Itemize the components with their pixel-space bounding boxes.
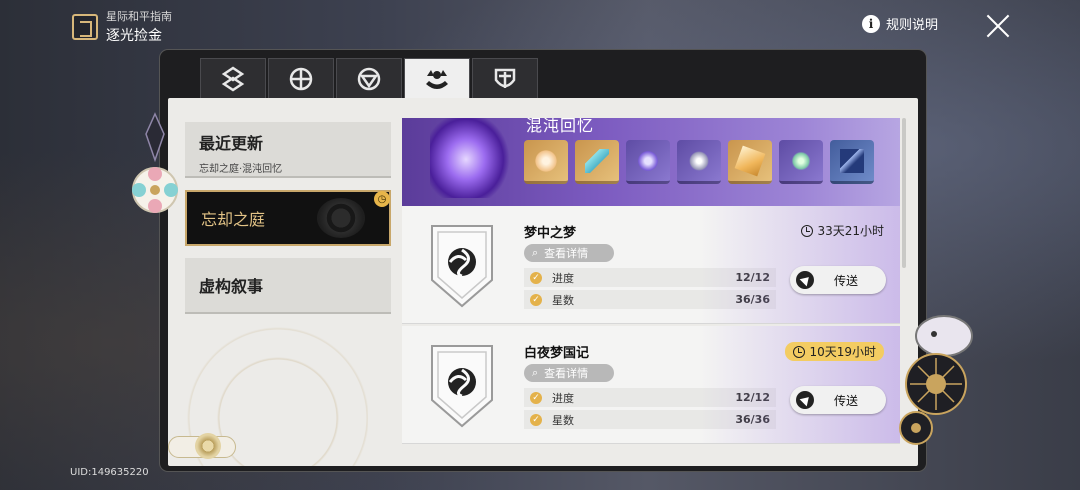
nav-item-recent[interactable]: 最近更新 忘却之庭·混沌回忆	[185, 122, 391, 178]
time-remaining-text: 10天19小时	[809, 345, 876, 359]
material-reward-icon	[687, 148, 711, 173]
stage-name: 梦中之梦	[524, 226, 577, 241]
view-details-label: 查看详情	[544, 247, 589, 260]
stars-label: 星数	[552, 413, 574, 427]
book-reward-icon	[734, 145, 766, 176]
check-icon: ✓	[530, 391, 542, 404]
nav-recent-label: 最近更新	[199, 134, 264, 153]
teleport-label: 传送	[833, 393, 858, 408]
material-reward-icon	[789, 148, 813, 173]
list-scrollbar[interactable]	[902, 118, 906, 268]
device-frame: 最近更新 忘却之庭·混沌回忆 忘却之庭 ◷ 虚构叙事 混沌回忆 梦中之梦 ⌕ 查…	[160, 50, 926, 471]
stage-name: 白夜梦国记	[524, 346, 590, 361]
nav-pure-fiction-label: 虚构叙事	[199, 277, 264, 296]
progress-value: 12/12	[735, 271, 770, 284]
clock-icon	[801, 224, 814, 237]
guide-book-icon[interactable]	[72, 13, 98, 40]
time-remaining: 33天21小时	[801, 222, 884, 239]
feather-reward-icon	[585, 148, 609, 173]
stars-value: 36/36	[735, 293, 770, 306]
clock-icon	[793, 345, 806, 358]
nav-forgotten-hall-label: 忘却之庭	[201, 210, 266, 229]
crystal-reward-icon	[534, 148, 558, 173]
progress-value: 12/12	[735, 391, 770, 404]
mode-1-icon	[221, 65, 245, 92]
stage-card[interactable]: 白夜梦国记 ⌕ 查看详情 ✓ 进度 12/12 ✓ 星数 36/36 10天19…	[402, 326, 900, 444]
view-details-button[interactable]: ⌕ 查看详情	[524, 364, 614, 382]
reward-item[interactable]	[626, 140, 670, 184]
stage-card[interactable]: 梦中之梦 ⌕ 查看详情 ✓ 进度 12/12 ✓ 星数 36/36 33天21小…	[402, 206, 900, 324]
tab-memory-of-chaos[interactable]	[404, 58, 470, 99]
reward-item[interactable]	[575, 140, 619, 184]
rules-button[interactable]: i 规则说明	[862, 14, 938, 33]
info-icon: i	[862, 14, 880, 33]
chaos-crystal-art	[430, 118, 510, 198]
teleport-button[interactable]: 传送	[790, 386, 886, 414]
clock-icon: ◷	[374, 191, 390, 207]
nav-item-forgotten-hall[interactable]: 忘却之庭 ◷	[185, 190, 391, 246]
check-icon: ✓	[530, 293, 542, 306]
mode-tabs	[200, 58, 538, 99]
progress-row: ✓ 进度 12/12	[524, 268, 776, 287]
mode-header: 星际和平指南 逐光捡金	[72, 8, 172, 45]
teleport-button[interactable]: 传送	[790, 266, 886, 294]
close-icon[interactable]	[984, 12, 1012, 40]
view-details-label: 查看详情	[544, 367, 589, 380]
stars-row: ✓ 星数 36/36	[524, 410, 776, 429]
tab-mode-1[interactable]	[200, 58, 266, 98]
reward-item[interactable]	[728, 140, 772, 184]
check-icon: ✓	[530, 413, 542, 426]
view-details-button[interactable]: ⌕ 查看详情	[524, 244, 614, 262]
tab-mode-3[interactable]	[336, 58, 402, 98]
reward-item[interactable]	[779, 140, 823, 184]
nameplate-toggle[interactable]	[168, 433, 236, 459]
nav-emblem-art	[317, 198, 365, 238]
stars-row: ✓ 星数 36/36	[524, 290, 776, 309]
mode-3-icon	[357, 67, 381, 90]
stars-label: 星数	[552, 293, 574, 307]
stars-value: 36/36	[735, 413, 770, 426]
mode-5-icon	[494, 68, 516, 88]
reward-item[interactable]	[677, 140, 721, 184]
uid-label: UID:149635220	[70, 467, 149, 478]
navigation-arrow-icon	[796, 391, 814, 409]
nav-recent-sub: 忘却之庭·混沌回忆	[199, 164, 283, 175]
content-panel: 最近更新 忘却之庭·混沌回忆 忘却之庭 ◷ 虚构叙事 混沌回忆 梦中之梦 ⌕ 查…	[168, 98, 918, 466]
progress-label: 进度	[552, 391, 574, 405]
stage-list[interactable]: 混沌回忆 梦中之梦 ⌕ 查看详情 ✓ 进度 12/12 ✓ 星数 36/36 3…	[402, 118, 900, 466]
check-icon: ✓	[530, 271, 542, 284]
flower-pendant-ornament	[132, 112, 178, 213]
teleport-label: 传送	[833, 273, 858, 288]
time-remaining-text: 33天21小时	[817, 224, 884, 238]
progress-row: ✓ 进度 12/12	[524, 388, 776, 407]
reward-item[interactable]	[524, 140, 568, 184]
nav-item-pure-fiction[interactable]: 虚构叙事	[185, 258, 391, 314]
time-remaining: 10天19小时	[785, 342, 884, 361]
header-title: 逐光捡金	[106, 28, 162, 44]
progress-label: 进度	[552, 271, 574, 285]
search-icon: ⌕	[532, 246, 539, 259]
navigation-arrow-icon	[796, 271, 814, 289]
banner-title: 混沌回忆	[526, 118, 595, 135]
memory-of-chaos-icon	[426, 70, 448, 89]
material-reward-icon	[636, 148, 660, 173]
search-icon: ⌕	[532, 366, 539, 379]
rules-label: 规则说明	[886, 18, 939, 33]
ticket-reward-icon	[840, 148, 864, 173]
reward-item[interactable]	[830, 140, 874, 184]
header-subtitle: 星际和平指南	[106, 10, 172, 23]
stage-shield-icon	[431, 345, 493, 428]
reward-banner: 混沌回忆	[402, 118, 900, 206]
mode-2-icon	[289, 67, 313, 90]
tab-mode-5[interactable]	[472, 58, 538, 98]
stage-shield-icon	[431, 225, 493, 308]
flower-decoration	[899, 315, 973, 445]
reward-list	[524, 140, 874, 184]
tab-mode-2[interactable]	[268, 58, 334, 98]
